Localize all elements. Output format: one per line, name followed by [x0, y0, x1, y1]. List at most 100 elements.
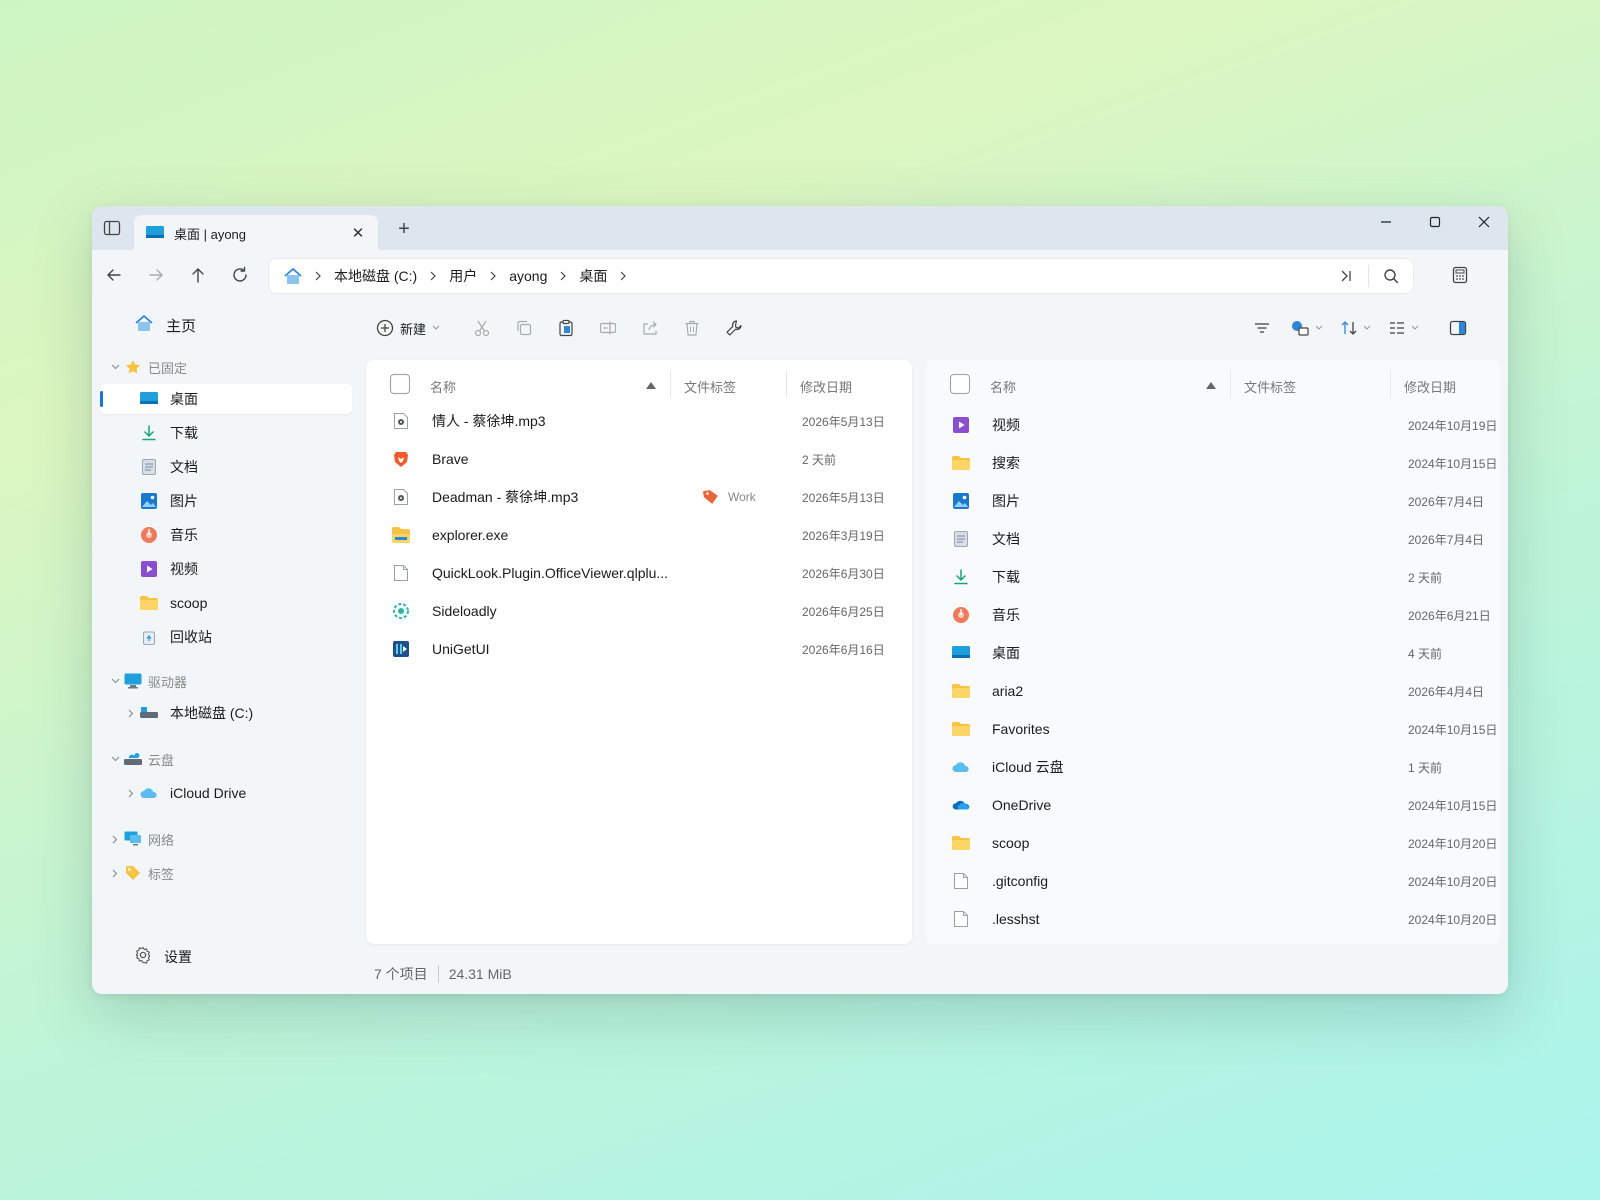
sort-ascending-icon[interactable] [646, 382, 656, 389]
sidebar-group-network[interactable]: 网络 [100, 824, 352, 854]
chevron-right-icon[interactable] [616, 271, 630, 281]
search-icon[interactable] [1369, 259, 1413, 293]
column-name[interactable]: 名称 [430, 377, 456, 396]
chevron-right-icon[interactable] [126, 789, 136, 798]
sidebar-item-documents[interactable]: 文档 [100, 452, 352, 482]
file-row[interactable]: 搜索 2024年10月15日 [926, 444, 1500, 482]
group-button[interactable] [1290, 316, 1324, 340]
chevron-right-icon[interactable] [110, 869, 120, 878]
close-window-button[interactable] [1459, 206, 1508, 238]
close-tab-icon[interactable]: ✕ [350, 224, 366, 242]
cut-button[interactable] [470, 316, 494, 340]
new-tab-button[interactable]: + [394, 219, 414, 239]
column-divider[interactable] [670, 370, 671, 398]
back-button[interactable] [102, 263, 126, 287]
sidebar-group-cloud[interactable]: 云盘 [100, 744, 352, 774]
file-row[interactable]: explorer.exe 2026年3月19日 [366, 516, 912, 554]
column-tags[interactable]: 文件标签 [684, 377, 736, 396]
breadcrumb-users[interactable]: 用户 [449, 266, 477, 286]
layout-button[interactable] [1388, 316, 1420, 340]
rename-button[interactable] [596, 316, 620, 340]
sort-button[interactable] [1340, 316, 1372, 340]
breadcrumb-drive[interactable]: 本地磁盘 (C:) [334, 266, 417, 286]
home-icon[interactable] [283, 267, 303, 285]
breadcrumb-user[interactable]: ayong [509, 268, 547, 284]
chevron-right-icon[interactable] [426, 271, 440, 281]
chevron-down-icon[interactable] [110, 364, 120, 370]
file-row[interactable]: scoop 2024年10月20日 [926, 824, 1500, 862]
file-row[interactable]: aria2 2026年4月4日 [926, 672, 1500, 710]
column-modified[interactable]: 修改日期 [1404, 377, 1456, 396]
sidebar-item-pictures[interactable]: 图片 [100, 486, 352, 516]
forward-button[interactable] [144, 263, 168, 287]
file-row[interactable]: Brave 2 天前 [366, 440, 912, 478]
sidebar-item-drive-c[interactable]: 本地磁盘 (C:) [100, 698, 352, 728]
column-divider[interactable] [1390, 370, 1391, 398]
sidebar-item-recycle-bin[interactable]: 回收站 [100, 622, 352, 652]
minimize-button[interactable] [1361, 206, 1410, 238]
chevron-right-icon[interactable] [311, 271, 325, 281]
sidebar-item-scoop[interactable]: scoop [100, 588, 352, 618]
sidebar-group-tags[interactable]: 标签 [100, 858, 352, 888]
preview-pane-button[interactable] [1446, 316, 1470, 340]
sidebar-item-icloud-drive[interactable]: iCloud Drive [100, 778, 352, 808]
chevron-right-icon[interactable] [126, 709, 136, 718]
sidebar-item-videos[interactable]: 视频 [100, 554, 352, 584]
file-row[interactable]: .gitconfig 2024年10月20日 [926, 862, 1500, 900]
chevron-down-icon[interactable] [110, 678, 120, 684]
file-row[interactable]: OneDrive 2024年10月15日 [926, 786, 1500, 824]
go-to-end-icon[interactable] [1324, 259, 1368, 293]
file-row[interactable]: 音乐 2026年6月21日 [926, 596, 1500, 634]
address-bar[interactable]: 本地磁盘 (C:) 用户 ayong 桌面 [268, 258, 1414, 294]
column-divider[interactable] [786, 370, 787, 398]
calculator-icon[interactable] [1448, 263, 1472, 287]
file-name: 音乐 [992, 607, 1020, 623]
refresh-button[interactable] [228, 263, 252, 287]
file-row[interactable]: 视频 2024年10月19日 [926, 406, 1500, 444]
sidebar-item-desktop[interactable]: 桌面 [100, 384, 352, 414]
file-row[interactable]: 情人 - 蔡徐坤.mp3 2026年5月13日 [366, 402, 912, 440]
share-button[interactable] [638, 316, 662, 340]
select-all-checkbox[interactable] [390, 374, 410, 394]
file-row[interactable]: 图片 2026年7月4日 [926, 482, 1500, 520]
copy-button[interactable] [512, 316, 536, 340]
file-row[interactable]: UniGetUI 2026年6月16日 [366, 630, 912, 668]
breadcrumb-desktop[interactable]: 桌面 [579, 266, 607, 286]
delete-button[interactable] [680, 316, 704, 340]
column-tags[interactable]: 文件标签 [1244, 377, 1296, 396]
filter-button[interactable] [1250, 316, 1274, 340]
sidebar-item-downloads[interactable]: 下载 [100, 418, 352, 448]
paste-button[interactable] [554, 316, 578, 340]
tab-desktop[interactable]: 桌面 | ayong ✕ [134, 215, 378, 251]
file-row[interactable]: 文档 2026年7月4日 [926, 520, 1500, 558]
column-name[interactable]: 名称 [990, 377, 1016, 396]
sort-ascending-icon[interactable] [1206, 382, 1216, 389]
file-row[interactable]: QuickLook.Plugin.OfficeViewer.qlplu... 20… [366, 554, 912, 592]
file-row[interactable]: Deadman - 蔡徐坤.mp3 Work 2026年5月13日 [366, 478, 912, 516]
select-all-checkbox[interactable] [950, 374, 970, 394]
file-row[interactable]: .lesshst 2024年10月20日 [926, 900, 1500, 938]
file-row[interactable]: iCloud 云盘 1 天前 [926, 748, 1500, 786]
column-modified[interactable]: 修改日期 [800, 377, 852, 396]
maximize-button[interactable] [1410, 206, 1459, 238]
chevron-down-icon[interactable] [110, 756, 120, 762]
file-row[interactable]: 桌面 4 天前 [926, 634, 1500, 672]
file-row[interactable]: .viminfo2026年7月7日 [926, 938, 1500, 944]
chevron-right-icon[interactable] [486, 271, 500, 281]
sidebar-item-settings[interactable]: 设置 [122, 946, 192, 967]
properties-button[interactable] [722, 316, 746, 340]
file-row[interactable]: 下载 2 天前 [926, 558, 1500, 596]
file-tag[interactable]: Work [702, 489, 756, 505]
up-button[interactable] [186, 263, 210, 287]
sidebar-item-music[interactable]: 音乐 [100, 520, 352, 550]
file-row[interactable]: Sideloadly 2026年6月25日 [366, 592, 912, 630]
column-divider[interactable] [1230, 370, 1231, 398]
sidebar-group-drives[interactable]: 驱动器 [100, 666, 352, 696]
file-row[interactable]: Favorites 2024年10月15日 [926, 710, 1500, 748]
sidebar-group-pinned[interactable]: 已固定 [100, 352, 352, 382]
sidebar-item-home[interactable]: 主页 [122, 314, 196, 336]
toggle-panel-icon[interactable] [102, 218, 122, 238]
chevron-right-icon[interactable] [110, 835, 120, 844]
chevron-right-icon[interactable] [556, 271, 570, 281]
new-button[interactable]: 新建 [376, 316, 441, 340]
